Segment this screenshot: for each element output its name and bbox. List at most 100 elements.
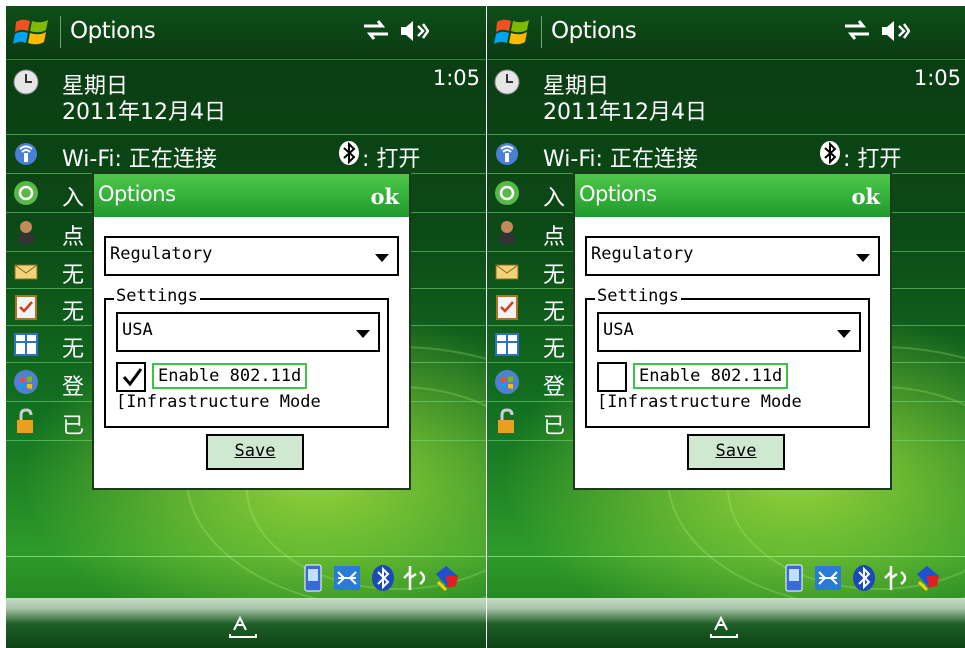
list-item-label: 无 — [543, 300, 566, 325]
device-screen-left: Options 星期日 2011年12月4日 1:05 Wi-Fi: 正在连接 … — [6, 6, 486, 648]
chevron-down-icon — [375, 254, 389, 262]
enable-80211d-checkbox[interactable] — [116, 362, 146, 392]
title-bar: Options — [487, 6, 965, 60]
country-select[interactable]: USA — [116, 312, 380, 352]
window-title: Options — [70, 18, 156, 44]
calendar-icon — [495, 333, 519, 356]
list-item-label: 无 — [62, 263, 85, 288]
today-date-row[interactable]: 星期日 2011年12月4日 — [487, 60, 965, 135]
list-item-label: 登 — [62, 375, 85, 400]
connectivity-icon[interactable] — [843, 18, 871, 42]
date-text: 2011年12月4日 — [543, 100, 707, 125]
device-icon[interactable] — [779, 562, 809, 594]
country-select[interactable]: USA — [597, 312, 861, 352]
wifi-status: Wi-Fi: 正在连接 — [62, 147, 217, 172]
list-item-label: 已 — [543, 414, 566, 439]
enable-80211d-label[interactable]: Enable 802.11d — [633, 363, 789, 389]
contact-icon — [499, 221, 515, 244]
enable-80211d-label[interactable]: Enable 802.11d — [152, 363, 308, 389]
calendar-icon — [14, 333, 38, 356]
date-text: 2011年12月4日 — [62, 100, 226, 125]
windows-live-icon — [14, 370, 38, 394]
sync-icon — [495, 181, 519, 205]
wifi-row[interactable]: Wi-Fi: 正在连接 : 打开 — [487, 135, 965, 174]
category-select[interactable]: Regulatory — [104, 236, 399, 276]
bluetooth-icon[interactable] — [849, 562, 879, 594]
wifi-row[interactable]: Wi-Fi: 正在连接 : 打开 — [6, 135, 486, 174]
infrastructure-mode-label[interactable]: [Infrastructure Mode — [597, 392, 865, 422]
category-select[interactable]: Regulatory — [585, 236, 880, 276]
list-item-label: 无 — [543, 263, 566, 288]
volume-icon[interactable] — [399, 18, 429, 44]
wifi-icon — [496, 143, 518, 165]
list-item-label: 入 — [62, 186, 85, 211]
list-item-label: 已 — [62, 414, 85, 439]
lock-icon — [498, 408, 514, 433]
usb-icon[interactable] — [400, 562, 430, 594]
chevron-down-icon — [356, 330, 370, 338]
bluetooth-status: : 打开 — [843, 147, 902, 172]
bluetooth-icon[interactable] — [368, 562, 398, 594]
window-title: Options — [551, 18, 637, 44]
security-icon[interactable] — [432, 562, 462, 594]
title-separator — [541, 16, 542, 48]
country-value: USA — [122, 320, 153, 340]
list-item-label: 登 — [543, 375, 566, 400]
divider — [6, 526, 486, 557]
list-item-label: 点 — [62, 225, 85, 250]
dialog-title: Options — [98, 182, 176, 206]
ok-button[interactable]: ok — [851, 184, 880, 209]
list-item-label: 无 — [543, 337, 566, 362]
settings-group-label: Settings — [114, 286, 200, 306]
list-item-label: 点 — [543, 225, 566, 250]
category-value: Regulatory — [591, 244, 694, 264]
windows-start-icon[interactable] — [12, 14, 52, 50]
keyboard-icon[interactable] — [228, 614, 258, 638]
enable-80211d-checkbox[interactable] — [597, 362, 627, 392]
dialog-header: Options ok — [575, 174, 890, 217]
category-value: Regulatory — [110, 244, 213, 264]
wifi-status: Wi-Fi: 正在连接 — [543, 147, 698, 172]
network-icon[interactable] — [813, 562, 843, 594]
task-icon — [15, 295, 37, 320]
list-item-label: 入 — [543, 186, 566, 211]
today-date-row[interactable]: 星期日 2011年12月4日 — [6, 60, 486, 135]
task-icon — [496, 295, 518, 320]
bluetooth-icon — [339, 141, 359, 165]
device-screen-right: Options 星期日 2011年12月4日 1:05 Wi-Fi: 正在连接 … — [487, 6, 965, 648]
settings-group-label: Settings — [595, 286, 681, 306]
list-item-label: 无 — [62, 300, 85, 325]
clock-icon — [13, 69, 39, 95]
usb-icon[interactable] — [881, 562, 911, 594]
clock-time: 1:05 — [913, 66, 961, 90]
connectivity-icon[interactable] — [362, 18, 390, 42]
chevron-down-icon — [837, 330, 851, 338]
country-value: USA — [603, 320, 634, 340]
device-icon[interactable] — [298, 562, 328, 594]
options-dialog: Options ok Regulatory Settings USA Enabl… — [92, 172, 411, 490]
clock-icon — [494, 69, 520, 95]
options-dialog: Options ok Regulatory Settings USA Enabl… — [573, 172, 892, 490]
save-button-label: Save — [715, 441, 757, 461]
save-button[interactable]: Save — [687, 434, 785, 470]
dialog-title: Options — [579, 182, 657, 206]
checkmark-icon — [122, 368, 143, 387]
bluetooth-icon — [820, 141, 840, 165]
clock-time: 1:05 — [432, 66, 480, 90]
wifi-icon — [15, 143, 37, 165]
security-icon[interactable] — [913, 562, 943, 594]
message-icon — [14, 264, 38, 280]
network-icon[interactable] — [332, 562, 362, 594]
save-button[interactable]: Save — [206, 434, 304, 470]
windows-start-icon[interactable] — [493, 14, 533, 50]
dialog-header: Options ok — [94, 174, 409, 217]
ok-button[interactable]: ok — [370, 184, 399, 209]
save-button-label: Save — [234, 441, 276, 461]
list-item-label: 无 — [62, 337, 85, 362]
keyboard-icon[interactable] — [709, 614, 739, 638]
title-bar: Options — [6, 6, 486, 60]
infrastructure-mode-label[interactable]: [Infrastructure Mode — [116, 392, 384, 422]
contact-icon — [18, 221, 34, 244]
volume-icon[interactable] — [880, 18, 910, 44]
title-separator — [60, 16, 61, 48]
